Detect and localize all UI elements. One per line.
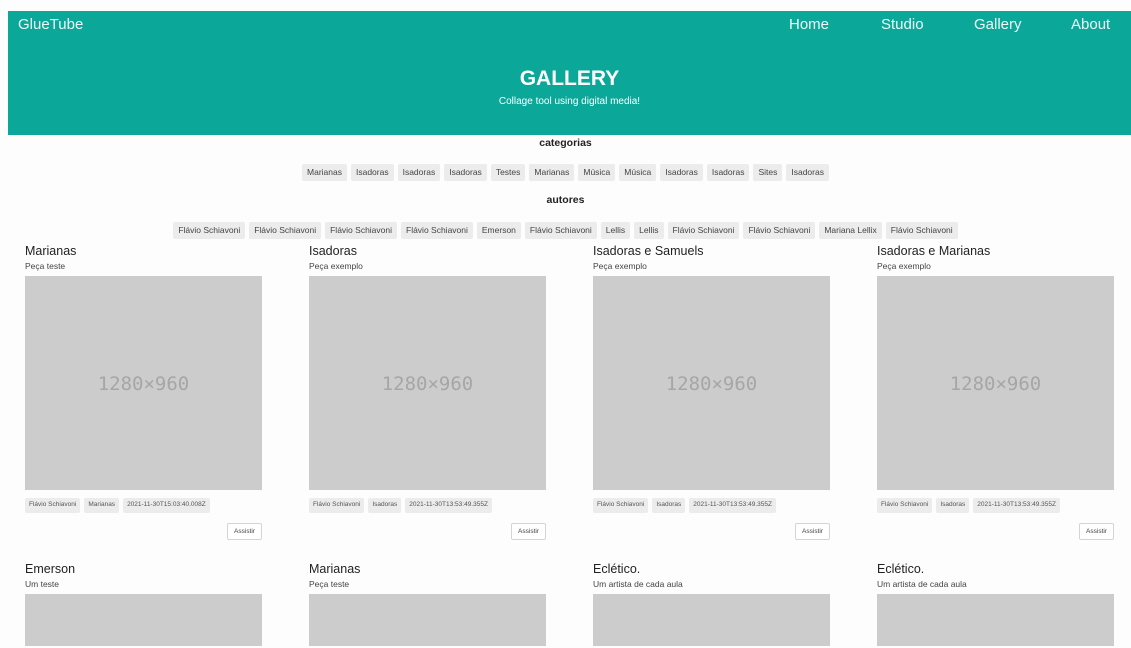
page-subtitle: Collage tool using digital media!	[498, 96, 641, 107]
card-title: Eclético.	[877, 562, 925, 576]
category-chip[interactable]: Isadoras	[660, 164, 703, 181]
category-chip[interactable]: Isadoras	[786, 164, 829, 181]
card-thumbnail[interactable]: 1280×960	[25, 276, 262, 490]
card-subtitle: Um artista de cada aula	[877, 579, 967, 589]
card-thumbnail[interactable]: 1280×960	[593, 276, 830, 490]
card-title: Emerson	[25, 562, 76, 576]
gallery-card: Eclético. Um artista de cada aula	[877, 562, 1114, 646]
card-category-tag: Isadoras	[368, 498, 402, 513]
card-author-tag: Flávio Schiavoni	[877, 498, 933, 513]
card-subtitle: Um artista de cada aula	[593, 579, 683, 589]
watch-button[interactable]: Assistir	[227, 522, 262, 540]
category-chip[interactable]: Música	[578, 164, 616, 181]
card-title: Isadoras e Samuels	[593, 244, 704, 258]
watch-button[interactable]: Assistir	[795, 522, 830, 540]
card-thumbnail[interactable]: 1280×960	[877, 276, 1114, 490]
category-chip[interactable]: Marianas	[529, 164, 575, 181]
card-thumbnail[interactable]	[593, 594, 830, 646]
author-chip[interactable]: Lellis	[634, 222, 664, 239]
categories-list: Marianas Isadoras Isadoras Isadoras Test…	[0, 164, 1131, 181]
category-chip[interactable]: Marianas	[302, 164, 347, 181]
card-subtitle: Peça exemplo	[309, 261, 363, 271]
card-title: Isadoras	[309, 244, 357, 258]
category-chip[interactable]: Isadoras	[444, 164, 487, 181]
author-chip[interactable]: Flávio Schiavoni	[743, 222, 816, 239]
author-chip[interactable]: Emerson	[476, 222, 521, 239]
card-tags: Flávio Schiavoni Isadoras 2021-11-30T13:…	[593, 498, 830, 513]
card-date-tag: 2021-11-30T15:03:40.008Z	[123, 498, 210, 513]
page-title: GALLERY	[519, 67, 620, 90]
categories-heading: categorias	[539, 137, 592, 149]
card-author-tag: Flávio Schiavoni	[309, 498, 365, 513]
card-tags: Flávio Schiavoni Isadoras 2021-11-30T13:…	[877, 498, 1114, 513]
thumbnail-placeholder-label: 1280×960	[949, 373, 1042, 395]
watch-button[interactable]: Assistir	[1079, 522, 1114, 540]
card-subtitle: Peça teste	[309, 579, 350, 589]
card-author-tag: Flávio Schiavoni	[25, 498, 81, 513]
category-chip[interactable]: Sites	[753, 164, 783, 181]
author-chip[interactable]: Flávio Schiavoni	[249, 222, 322, 239]
gallery-card: Isadoras e Marianas Peça exemplo 1280×96…	[877, 244, 1114, 540]
category-chip[interactable]: Isadoras	[397, 164, 441, 181]
gallery-card: Emerson Um teste	[25, 562, 262, 646]
card-subtitle: Peça exemplo	[877, 261, 931, 271]
card-tags: Flávio Schiavoni Isadoras 2021-11-30T13:…	[309, 498, 546, 513]
authors-list: Flávio Schiavoni Flávio Schiavoni Flávio…	[0, 222, 1131, 239]
category-chip[interactable]: Testes	[490, 164, 526, 181]
card-title: Eclético.	[593, 562, 641, 576]
brand-logo-link[interactable]: GlueTube	[18, 16, 83, 33]
thumbnail-placeholder-label: 1280×960	[665, 373, 758, 395]
card-title: Isadoras e Marianas	[877, 244, 991, 258]
card-category-tag: Isadoras	[936, 498, 970, 513]
card-thumbnail[interactable]: 1280×960	[309, 276, 546, 490]
author-chip[interactable]: Flávio Schiavoni	[524, 222, 597, 239]
card-date-tag: 2021-11-30T13:53:49.355Z	[405, 498, 492, 513]
card-title: Marianas	[25, 244, 77, 258]
thumbnail-placeholder-label: 1280×960	[381, 373, 474, 395]
category-chip[interactable]: Isadoras	[350, 164, 394, 181]
category-chip[interactable]: Música	[619, 164, 657, 181]
card-title: Marianas	[309, 562, 361, 576]
nav-gallery[interactable]: Gallery	[974, 16, 1022, 33]
category-chip[interactable]: Isadoras	[706, 164, 750, 181]
card-thumbnail[interactable]	[877, 594, 1114, 646]
gallery-card: Eclético. Um artista de cada aula	[593, 562, 830, 646]
nav-home[interactable]: Home	[789, 16, 829, 33]
gallery-card: Marianas Peça teste	[309, 562, 546, 646]
card-category-tag: Marianas	[84, 498, 120, 513]
author-chip[interactable]: Mariana Lellix	[819, 222, 882, 239]
gallery-card: Isadoras Peça exemplo 1280×960 Flávio Sc…	[309, 244, 546, 540]
card-thumbnail[interactable]	[25, 594, 262, 646]
author-chip[interactable]: Lellis	[600, 222, 631, 239]
card-category-tag: Isadoras	[652, 498, 686, 513]
gallery-card: Marianas Peça teste 1280×960 Flávio Schi…	[25, 244, 262, 540]
card-subtitle: Um teste	[25, 579, 60, 589]
card-date-tag: 2021-11-30T13:53:49.355Z	[689, 498, 776, 513]
author-chip[interactable]: Flávio Schiavoni	[173, 222, 246, 239]
authors-heading: autores	[546, 194, 585, 206]
thumbnail-placeholder-label: 1280×960	[97, 373, 190, 395]
author-chip[interactable]: Flávio Schiavoni	[401, 222, 473, 239]
gallery-card: Isadoras e Samuels Peça exemplo 1280×960…	[593, 244, 830, 540]
card-author-tag: Flávio Schiavoni	[593, 498, 649, 513]
card-subtitle: Peça exemplo	[593, 261, 647, 271]
card-date-tag: 2021-11-30T13:53:49.355Z	[973, 498, 1060, 513]
nav-studio[interactable]: Studio	[881, 16, 924, 33]
watch-button[interactable]: Assistir	[511, 522, 546, 540]
author-chip[interactable]: Flávio Schiavoni	[325, 222, 397, 239]
card-tags: Flávio Schiavoni Marianas 2021-11-30T15:…	[25, 498, 262, 513]
author-chip[interactable]: Flávio Schiavoni	[667, 222, 740, 239]
nav-about[interactable]: About	[1071, 16, 1110, 33]
card-subtitle: Peça teste	[25, 261, 66, 271]
site-header: GlueTube Home Studio Gallery About GALLE…	[8, 11, 1131, 135]
author-chip[interactable]: Flávio Schiavoni	[885, 222, 958, 239]
card-thumbnail[interactable]	[309, 594, 546, 646]
